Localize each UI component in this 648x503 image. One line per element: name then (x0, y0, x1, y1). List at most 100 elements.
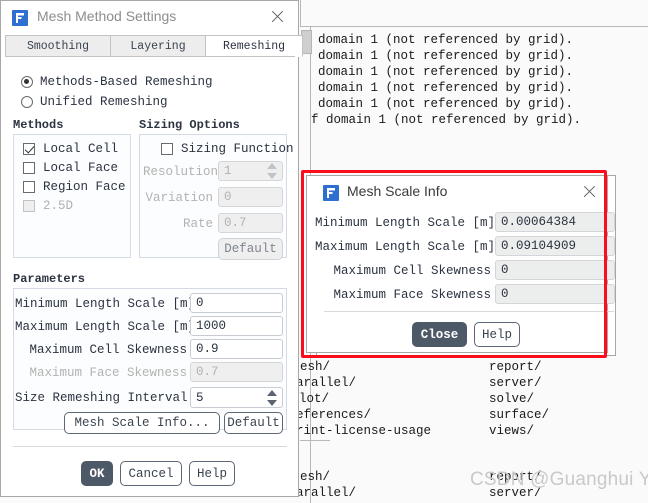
value-maximum-cell-skewness: 0 (495, 260, 615, 280)
input-value: 0.7 (196, 365, 219, 379)
console-command-left: lot/ (299, 392, 330, 406)
tab-layering[interactable]: Layering (110, 35, 206, 57)
tab-label: Layering (130, 39, 186, 53)
ok-button[interactable]: OK (81, 461, 113, 486)
methods-group-title: Methods (13, 118, 64, 132)
console-command-left: esh/ (300, 470, 331, 484)
value-minimum-length-scale: 0.00064384 (495, 212, 615, 232)
checkbox-indicator (161, 143, 173, 155)
input-value: 1000 (196, 319, 227, 333)
checkbox-indicator (23, 200, 35, 212)
csdn-watermark: CSDN @Guanghui Yu (470, 469, 648, 490)
label-minimum-length-scale: Minimum Length Scale [m] (315, 216, 496, 230)
checkbox-local-cell[interactable]: Local Cell (23, 142, 118, 156)
remeshing-panel: Methods-Based Remeshing Unified Remeshin… (5, 56, 295, 496)
checkbox-label: Local Cell (43, 142, 119, 156)
checkbox-sizing-function[interactable]: Sizing Function (161, 142, 294, 156)
console-line: f domain 1 (not referenced by grid). (311, 113, 582, 127)
mesh-method-settings-window: Mesh Method Settings Smoothing Layering … (0, 0, 303, 497)
dialog-title: Mesh Scale Info (347, 183, 448, 199)
close-icon[interactable] (580, 182, 600, 202)
button-label: Default (224, 242, 277, 256)
console-horizontal-divider (300, 440, 330, 441)
tab-label: Remeshing (222, 39, 286, 53)
mesh-scale-info-button[interactable]: Mesh Scale Info... (64, 412, 220, 434)
checkbox-indicator (23, 181, 35, 193)
close-button[interactable]: Close (412, 322, 467, 347)
console-line: domain 1 (not referenced by grid). (318, 33, 574, 47)
checkbox-2-5d: 2.5D (23, 199, 73, 213)
checkbox-label: 2.5D (43, 199, 74, 213)
sizing-options-group-title: Sizing Options (139, 118, 240, 132)
console-vertical-divider-right (300, 0, 301, 26)
console-line: domain 1 (not referenced by grid). (318, 65, 574, 79)
dialog-help-button[interactable]: Help (474, 322, 520, 347)
input-minimum-length-scale[interactable]: 0 (190, 293, 283, 313)
help-button[interactable]: Help (189, 461, 235, 486)
input-value: 1 (224, 164, 232, 178)
input-maximum-length-scale[interactable]: 1000 (190, 316, 283, 336)
label-size-remeshing-interval: Size Remeshing Interval (15, 391, 188, 405)
tab-remeshing[interactable]: Remeshing (205, 35, 303, 57)
console-command-right: surface/ (489, 408, 550, 422)
sizing-default-button[interactable]: Default (218, 238, 283, 260)
input-value: 0.09104909 (501, 239, 577, 253)
console-command-right: report/ (489, 360, 542, 374)
value-maximum-face-skewness: 0 (495, 284, 615, 304)
input-variation[interactable]: 0 (218, 187, 283, 207)
dialog-titlebar: Mesh Scale Info (307, 176, 607, 209)
spinner-arrows-icon[interactable] (267, 162, 278, 180)
console-line: domain 1 (not referenced by grid). (318, 97, 574, 111)
mesh-scale-info-dialog: Mesh Scale Info Minimum Length Scale [m]… (306, 175, 615, 353)
label-maximum-cell-skewness: Maximum Cell Skewness (333, 264, 491, 278)
radio-methods-based-remeshing[interactable]: Methods-Based Remeshing (21, 75, 213, 89)
tab-smoothing[interactable]: Smoothing (5, 35, 111, 57)
label-maximum-cell-skewness: Maximum Cell Skewness (29, 343, 187, 357)
input-resolution[interactable]: 1 (218, 161, 283, 181)
input-value: 0.7 (224, 216, 247, 230)
spinner-arrows-icon[interactable] (267, 389, 278, 407)
checkbox-indicator (23, 162, 35, 174)
button-label: Close (420, 327, 459, 342)
checkbox-label: Region Face (43, 180, 126, 194)
console-command-left: arallel/ (296, 486, 357, 500)
label-maximum-face-skewness: Maximum Face Skewness (333, 288, 491, 302)
input-value: 0 (224, 190, 232, 204)
parameters-default-button[interactable]: Default (224, 412, 283, 434)
radio-unified-remeshing[interactable]: Unified Remeshing (21, 95, 168, 109)
checkbox-indicator (23, 143, 35, 155)
checkbox-region-face[interactable]: Region Face (23, 180, 126, 194)
fluent-app-icon (323, 185, 339, 201)
input-size-remeshing-interval[interactable]: 5 (190, 387, 283, 408)
input-maximum-face-skewness[interactable]: 0.7 (190, 362, 283, 382)
console-command-left: arallel/ (296, 376, 357, 390)
input-value: 0.9 (196, 342, 219, 356)
value-maximum-length-scale: 0.09104909 (495, 236, 615, 256)
checkbox-local-face[interactable]: Local Face (23, 161, 118, 175)
button-label: Help (196, 466, 227, 481)
dialog-footer-divider (324, 311, 614, 312)
label-maximum-length-scale: Maximum Length Scale [m] (15, 320, 196, 334)
cancel-button[interactable]: Cancel (120, 461, 182, 486)
radio-indicator (21, 76, 33, 88)
input-value: 0 (501, 287, 509, 301)
parameters-group-title: Parameters (13, 272, 86, 286)
button-label: Mesh Scale Info... (74, 416, 210, 430)
console-line: domain 1 (not referenced by grid). (318, 81, 574, 95)
input-rate[interactable]: 0.7 (218, 213, 283, 233)
console-command-right: views/ (489, 424, 535, 438)
button-label: OK (89, 466, 105, 481)
checkbox-label: Sizing Function (181, 142, 294, 156)
console-top-divider (300, 26, 648, 27)
radio-indicator (21, 96, 33, 108)
input-maximum-cell-skewness[interactable]: 0.9 (190, 339, 283, 359)
label-rate: Rate (182, 217, 213, 231)
console-command-left: esh/ (300, 360, 331, 374)
close-icon[interactable] (268, 7, 288, 27)
radio-label: Unified Remeshing (40, 95, 168, 109)
button-label: Help (481, 327, 512, 342)
radio-label: Methods-Based Remeshing (40, 75, 213, 89)
button-label: Cancel (128, 466, 174, 481)
fluent-app-icon (12, 10, 28, 26)
footer-divider (13, 446, 287, 447)
